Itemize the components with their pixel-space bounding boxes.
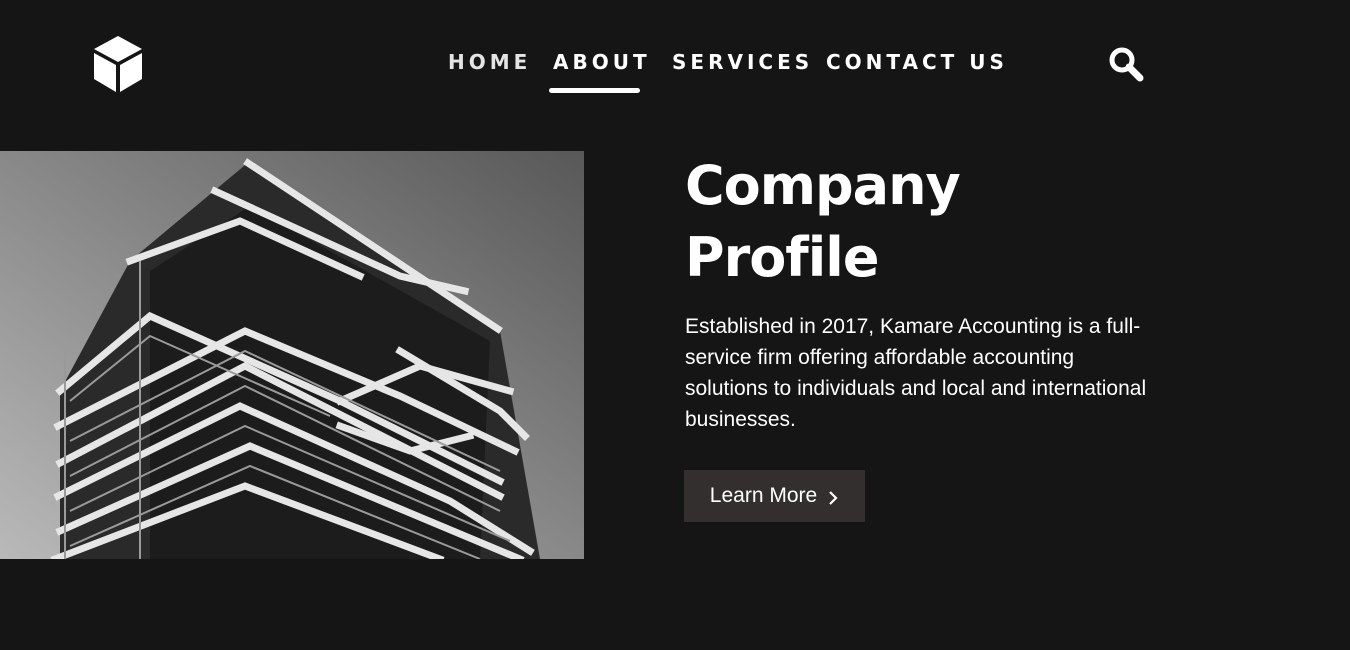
active-nav-indicator <box>549 88 640 93</box>
nav-about[interactable]: ABOUT <box>553 48 651 76</box>
nav-home[interactable]: HOME <box>448 48 531 76</box>
learn-more-label: Learn More <box>709 484 818 507</box>
nav-services[interactable]: SERVICES <box>672 48 813 76</box>
page-title: Company Profile <box>685 150 1185 294</box>
company-description: Established in 2017, Kamare Accounting i… <box>685 315 1147 431</box>
chevron-right-icon <box>827 488 839 505</box>
building-photo <box>0 151 584 559</box>
main-nav: HOME ABOUT SERVICES CONTACT US <box>0 48 1350 98</box>
learn-more-button[interactable]: Learn More <box>684 470 865 522</box>
nav-contact-us[interactable]: CONTACT US <box>826 48 1008 76</box>
title-line-2: Profile <box>685 226 879 289</box>
title-line-1: Company <box>685 154 961 217</box>
search-icon[interactable] <box>1106 44 1146 84</box>
